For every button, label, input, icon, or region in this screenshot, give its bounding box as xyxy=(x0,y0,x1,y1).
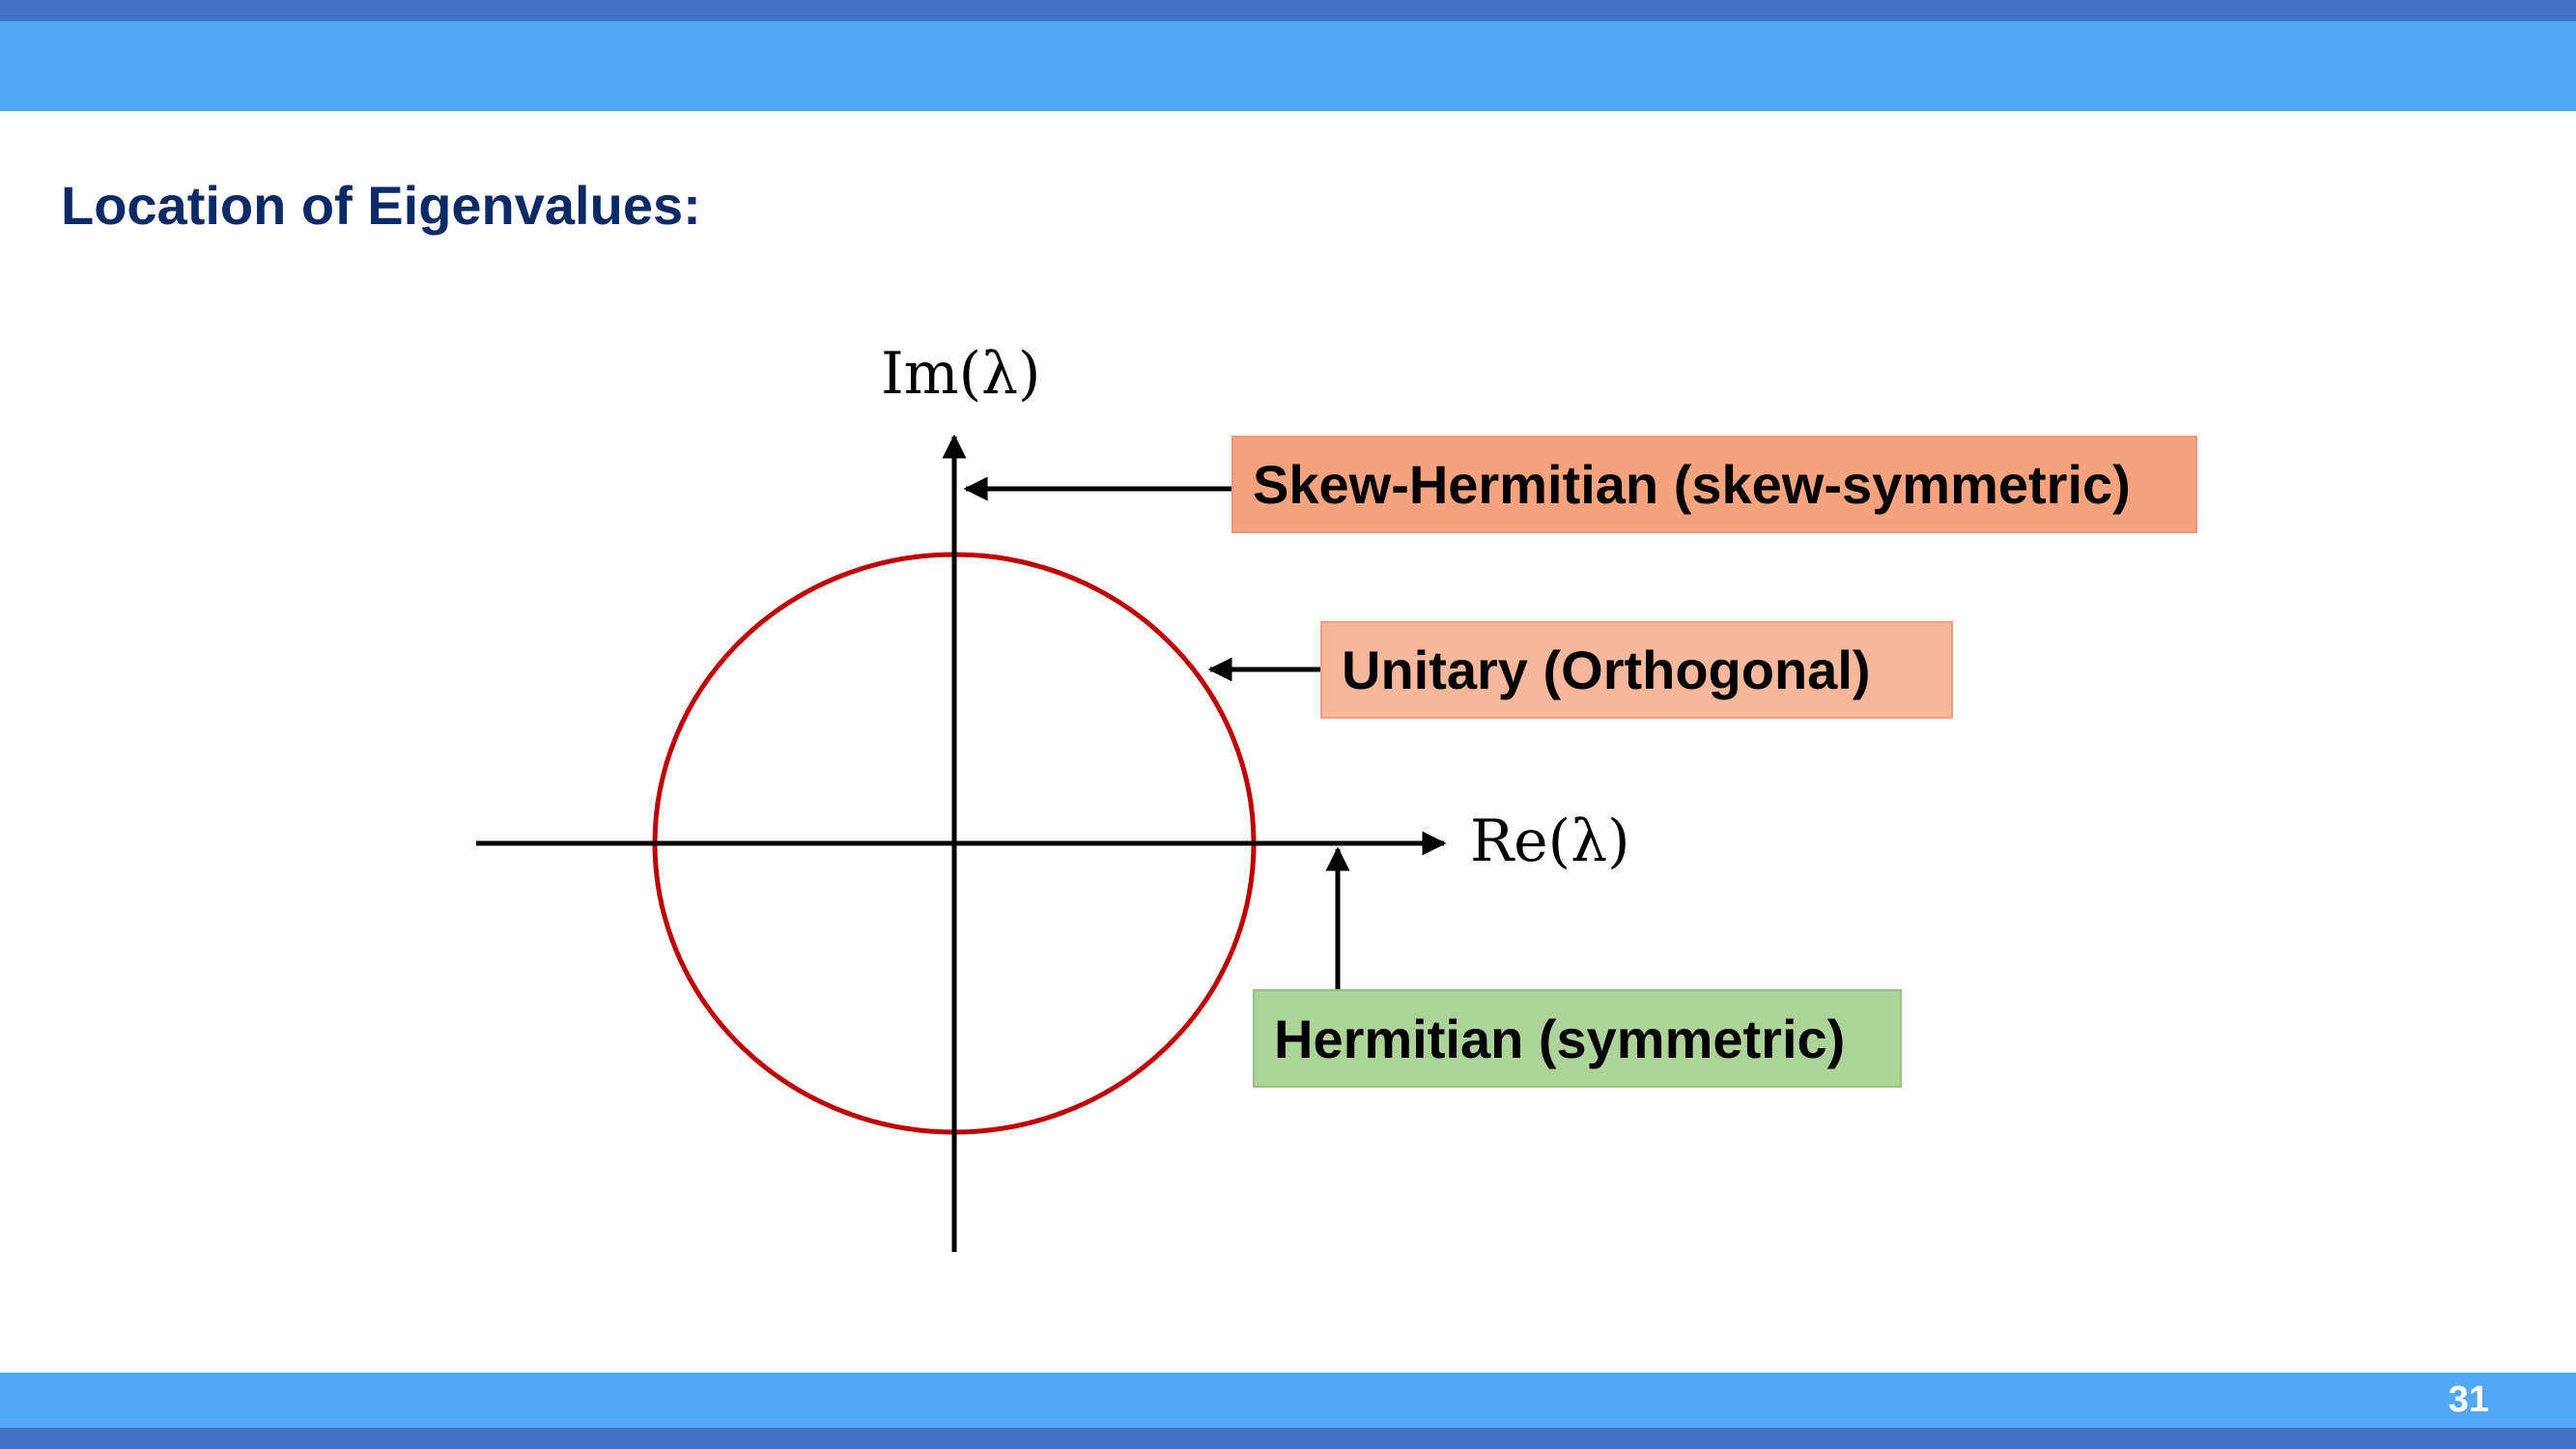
footer-bar-edge xyxy=(0,1428,2576,1449)
real-axis-label: Re(λ) xyxy=(1470,808,1630,875)
skew-hermitian-label: Skew-Hermitian (skew-symmetric) xyxy=(1253,454,2131,515)
skew-hermitian-label-box: Skew-Hermitian (skew-symmetric) xyxy=(1231,436,2197,533)
imaginary-axis-label: Im(λ) xyxy=(881,340,1041,408)
unitary-label-box: Unitary (Orthogonal) xyxy=(1320,621,1953,719)
slide: Location of Eigenvalues: Im(λ) Re(λ) Ske… xyxy=(0,0,2576,1449)
eigenvalue-diagram xyxy=(476,434,1447,1252)
hermitian-label-box: Hermitian (symmetric) xyxy=(1253,989,1902,1088)
hermitian-label: Hermitian (symmetric) xyxy=(1274,1008,1846,1069)
footer-bar xyxy=(0,1373,2576,1428)
page-number: 31 xyxy=(2448,1379,2489,1420)
unitary-label: Unitary (Orthogonal) xyxy=(1342,639,1871,700)
